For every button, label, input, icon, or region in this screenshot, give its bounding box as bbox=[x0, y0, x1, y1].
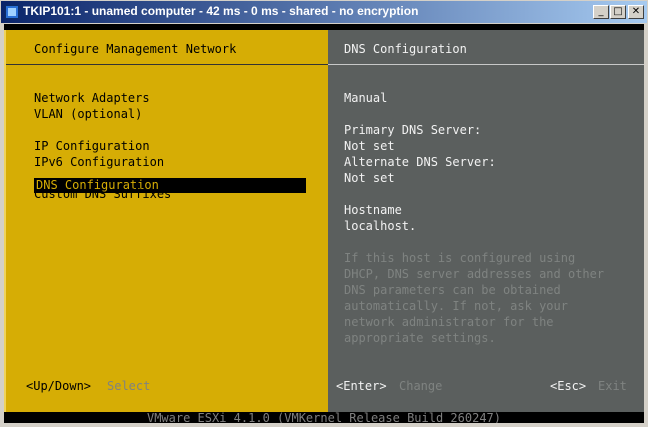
menu-item-ipv6-configuration[interactable]: IPv6 Configuration bbox=[34, 154, 164, 170]
menu-item-network-adapters[interactable]: Network Adapters bbox=[34, 90, 150, 106]
dns-mode-value: Manual bbox=[344, 91, 388, 105]
menu-pane: Configure Management Network Network Ada… bbox=[4, 30, 330, 412]
alternate-dns-label: Alternate DNS Server: bbox=[344, 155, 496, 169]
primary-dns-label: Primary DNS Server: bbox=[344, 123, 482, 137]
minimize-button[interactable]: _ bbox=[593, 5, 609, 19]
help-text-line: DNS parameters can be obtained bbox=[344, 283, 561, 297]
app-icon bbox=[5, 5, 19, 19]
alternate-dns-value: Not set bbox=[344, 171, 395, 185]
help-text-line: network administrator for the bbox=[344, 315, 554, 329]
enter-key-hint: <Enter> bbox=[336, 379, 387, 393]
help-text-line: If this host is configured using bbox=[344, 251, 576, 265]
menu-item-custom-dns-suffixes[interactable]: Custom DNS Suffixes bbox=[34, 186, 171, 202]
hostname-value: localhost. bbox=[344, 219, 417, 233]
menu-item-ip-configuration[interactable]: IP Configuration bbox=[34, 138, 150, 154]
window-title: TKIP101:1 - unamed computer - 42 ms - 0 … bbox=[23, 4, 419, 18]
help-text-line: automatically. If not, ask your bbox=[344, 299, 568, 313]
details-divider bbox=[328, 64, 644, 65]
help-text-line: appropriate settings. bbox=[344, 331, 496, 345]
updown-key-hint: <Up/Down> bbox=[26, 379, 92, 393]
esc-key-hint: <Esc> bbox=[550, 379, 587, 393]
details-pane: DNS Configuration Manual Primary DNS Ser… bbox=[328, 30, 644, 412]
maximize-button[interactable]: □ bbox=[610, 5, 626, 19]
help-text-line: DHCP, DNS server addresses and other bbox=[344, 267, 605, 281]
details-header: DNS Configuration bbox=[344, 42, 467, 56]
header-divider bbox=[6, 64, 330, 65]
remote-console[interactable]: Configure Management Network Network Ada… bbox=[4, 24, 644, 423]
menu-header: Configure Management Network bbox=[34, 42, 237, 56]
select-action-label: Select bbox=[107, 379, 151, 393]
hostname-label: Hostname bbox=[344, 203, 402, 217]
version-footer: VMware ESXi 4.1.0 (VMKernel Release Buil… bbox=[4, 412, 644, 423]
menu-item-vlan[interactable]: VLAN (optional) bbox=[34, 106, 142, 122]
primary-dns-value: Not set bbox=[344, 139, 395, 153]
title-bar[interactable]: TKIP101:1 - unamed computer - 42 ms - 0 … bbox=[0, 0, 648, 24]
close-button[interactable]: ✕ bbox=[628, 5, 644, 19]
exit-action-label: Exit bbox=[598, 379, 627, 393]
change-action-label: Change bbox=[399, 379, 443, 393]
